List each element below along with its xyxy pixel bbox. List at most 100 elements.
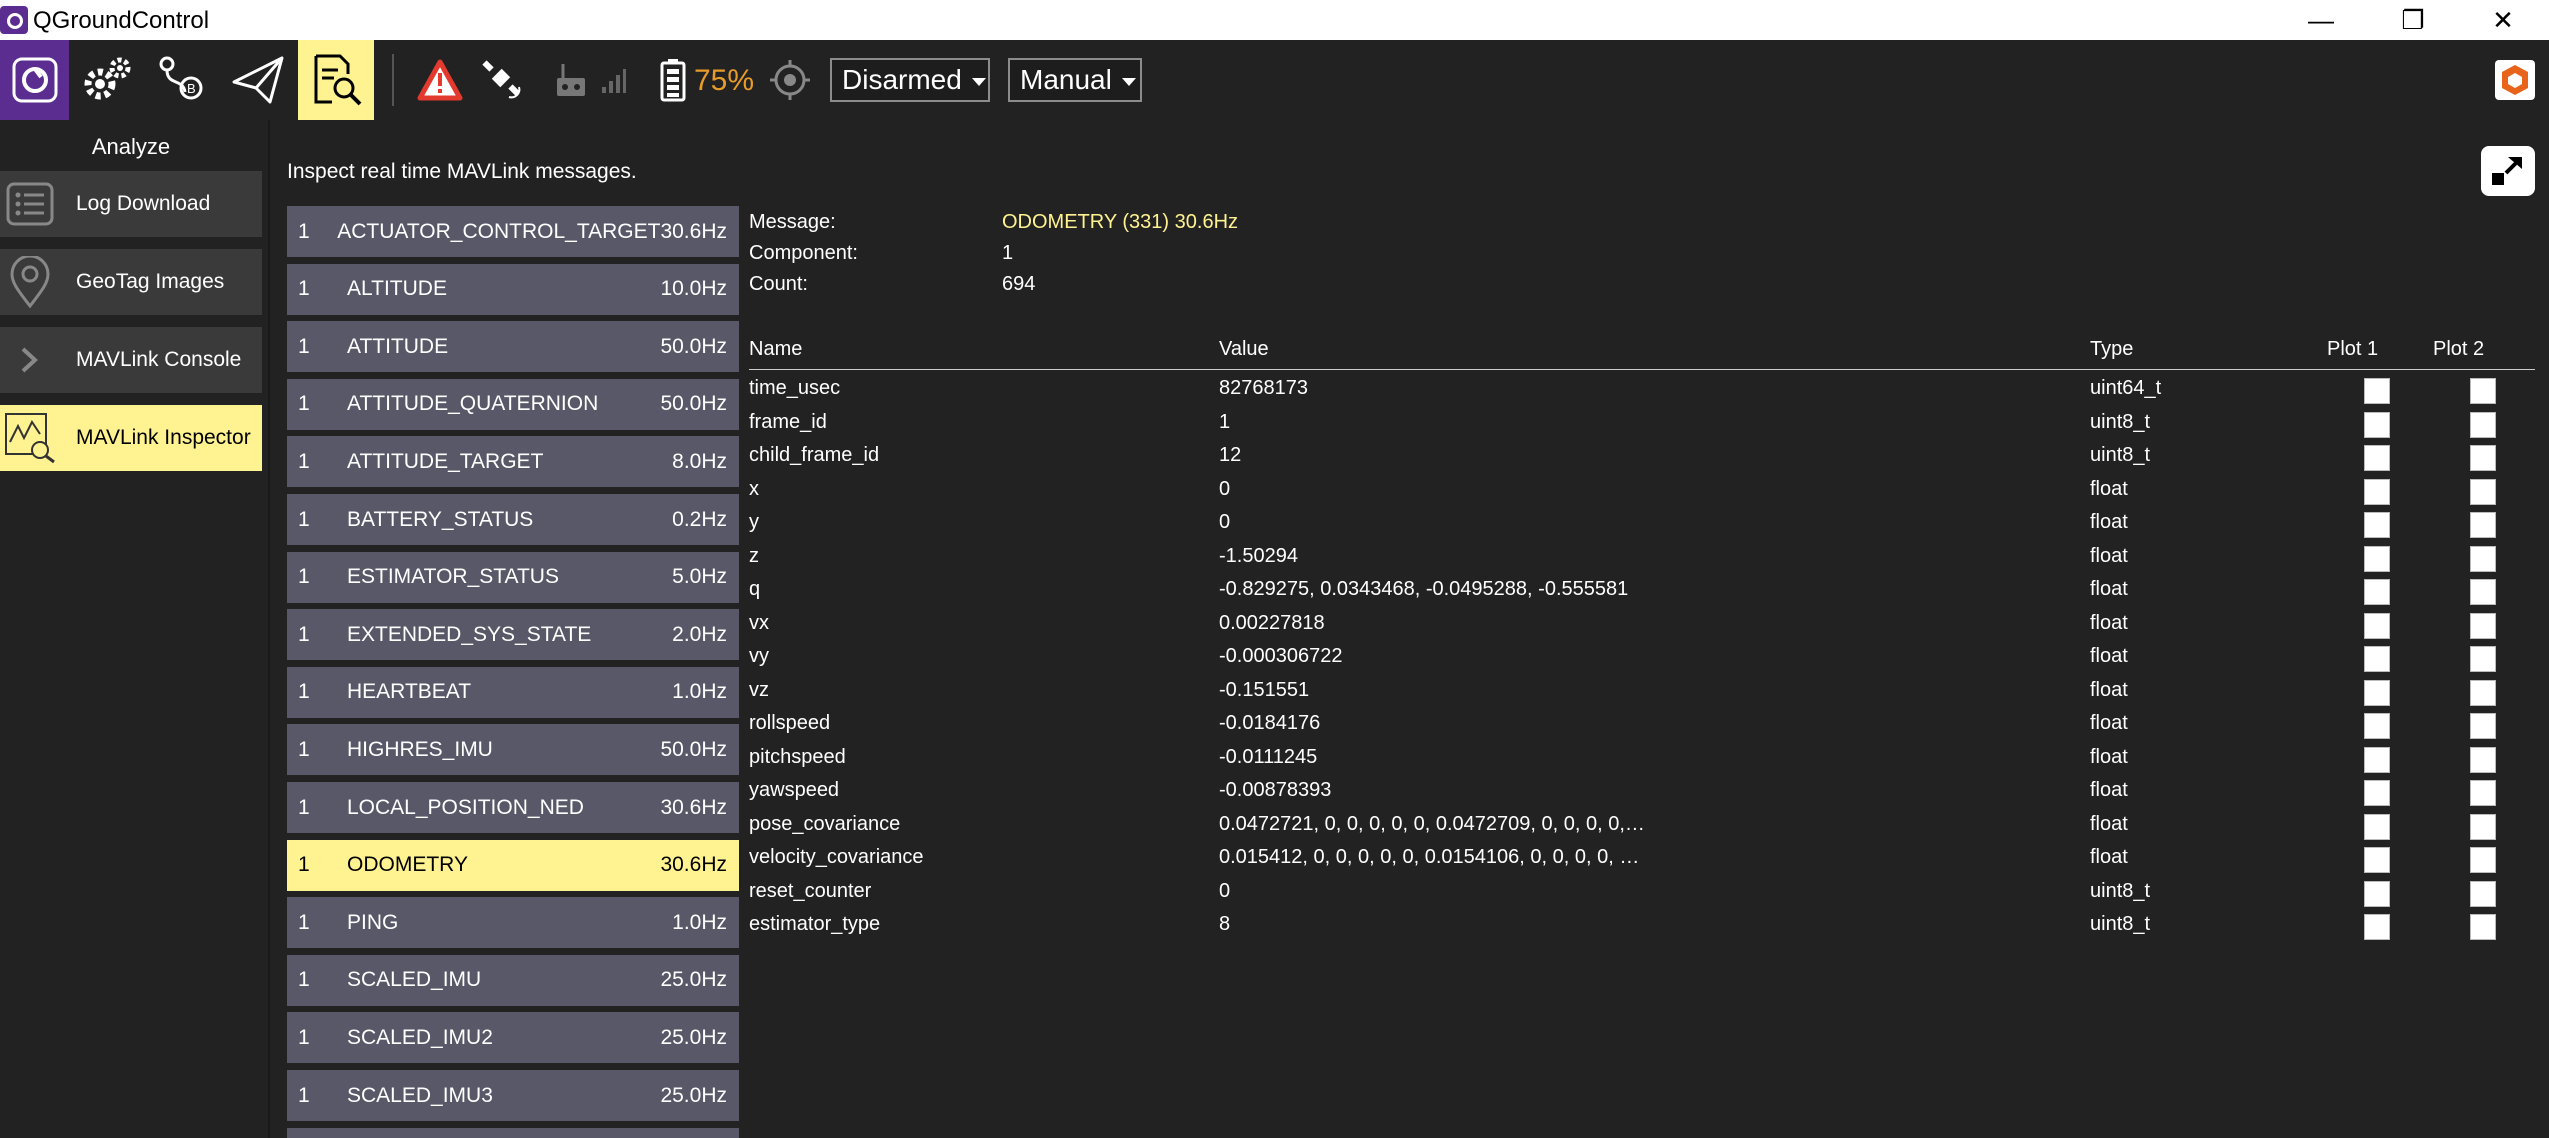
maximize-button[interactable]: ❐ xyxy=(2367,0,2459,40)
toolbar-separator xyxy=(392,54,394,106)
plot1-checkbox[interactable] xyxy=(2364,445,2390,471)
message-list-item[interactable]: 1 ATTITUDE_QUATERNION 50.0Hz xyxy=(287,378,739,430)
field-row: x 0 float xyxy=(749,475,2535,508)
plot2-checkbox[interactable] xyxy=(2470,746,2496,773)
message-rate: 2.0Hz xyxy=(672,622,727,646)
plot1-checkbox[interactable] xyxy=(2364,780,2390,806)
message-list-item[interactable]: 1 SCALED_IMU3 25.0Hz xyxy=(287,1070,739,1121)
message-name: SCALED_IMU xyxy=(347,968,482,992)
arm-state-dropdown[interactable]: Disarmed xyxy=(830,58,990,102)
battery-indicator[interactable] xyxy=(654,40,692,120)
plot2-checkbox[interactable] xyxy=(2470,646,2496,672)
message-list-item[interactable]: 1 HEARTBEAT 1.0Hz xyxy=(287,666,739,718)
plot2-checkbox[interactable] xyxy=(2470,813,2496,840)
window-title: QGroundControl xyxy=(33,7,210,34)
message-system-id: 1 xyxy=(298,910,310,934)
sidebar-item-geotag-images[interactable]: GeoTag Images xyxy=(0,249,262,315)
message-list-item[interactable] xyxy=(287,1127,739,1138)
message-list-item[interactable]: 1 ATTITUDE 50.0Hz xyxy=(287,321,739,373)
plot1-checkbox[interactable] xyxy=(2364,411,2390,438)
sidebar-item-mavlink-inspector[interactable]: MAVLink Inspector xyxy=(0,405,262,471)
plot2-checkbox[interactable] xyxy=(2470,679,2496,706)
plot2-checkbox[interactable] xyxy=(2470,579,2496,605)
message-rate: 50.0Hz xyxy=(660,392,727,416)
rc-rssi-indicator[interactable] xyxy=(550,40,592,120)
plot1-checkbox[interactable] xyxy=(2364,646,2390,672)
plot2-checkbox[interactable] xyxy=(2470,847,2496,873)
message-list-item[interactable]: 1 SCALED_IMU2 25.0Hz xyxy=(287,1012,739,1064)
plot2-checkbox[interactable] xyxy=(2470,713,2496,739)
gimbal-indicator[interactable] xyxy=(764,40,816,120)
message-list-item[interactable]: 1 BATTERY_STATUS 0.2Hz xyxy=(287,494,739,545)
message-name: ATTITUDE_TARGET xyxy=(347,449,544,473)
plot1-checkbox[interactable] xyxy=(2364,579,2390,605)
plan-button[interactable]: B xyxy=(150,40,215,120)
plot2-checkbox[interactable] xyxy=(2470,378,2496,404)
message-list-item[interactable]: 1 ESTIMATOR_STATUS 5.0Hz xyxy=(287,551,739,603)
plot2-checkbox[interactable] xyxy=(2470,880,2496,907)
gps-indicator[interactable] xyxy=(474,40,530,120)
sidebar-item-log-download[interactable]: Log Download xyxy=(0,171,262,237)
column-header-plot1: Plot 1 xyxy=(2327,338,2379,360)
message-list-item[interactable]: 1 HIGHRES_IMU 50.0Hz xyxy=(287,724,739,776)
message-detail-panel: Message: ODOMETRY (331) 30.6Hz Component… xyxy=(749,206,2535,1006)
message-rate: 0.2Hz xyxy=(672,507,727,531)
field-name: vz xyxy=(749,678,769,701)
message-list-item[interactable]: 1 ACTUATOR_CONTROL_TARGET 30.6Hz xyxy=(287,206,739,257)
vehicle-setup-button[interactable] xyxy=(75,40,140,120)
component-value: 1 xyxy=(1002,242,1014,264)
plot2-checkbox[interactable] xyxy=(2470,612,2496,639)
plot1-checkbox[interactable] xyxy=(2364,612,2390,639)
plot1-checkbox[interactable] xyxy=(2364,512,2390,538)
messages-indicator[interactable] xyxy=(412,40,468,120)
plot1-checkbox[interactable] xyxy=(2364,545,2390,572)
fly-button[interactable] xyxy=(225,40,290,120)
battery-percent: 75% xyxy=(694,64,755,97)
message-list-item[interactable]: 1 EXTENDED_SYS_STATE 2.0Hz xyxy=(287,609,739,661)
field-value: -0.0111245 xyxy=(1219,745,1318,768)
page-description: Inspect real time MAVLink messages. xyxy=(287,160,637,183)
field-name: vx xyxy=(749,611,769,634)
analyze-button[interactable] xyxy=(298,40,374,120)
message-list-item[interactable]: 1 ALTITUDE 10.0Hz xyxy=(287,263,739,315)
minimize-button[interactable]: — xyxy=(2275,0,2367,40)
battery-icon xyxy=(660,59,686,102)
plot2-checkbox[interactable] xyxy=(2470,914,2496,940)
plot1-checkbox[interactable] xyxy=(2364,847,2390,873)
flight-mode-dropdown[interactable]: Manual xyxy=(1008,58,1142,102)
field-row: rollspeed -0.0184176 float xyxy=(749,709,2535,742)
qgc-logo-button[interactable] xyxy=(0,40,69,120)
message-list-item[interactable]: 1 SCALED_IMU 25.0Hz xyxy=(287,954,739,1006)
fly-icon xyxy=(232,56,283,104)
field-type: float xyxy=(2090,846,2128,868)
plot2-checkbox[interactable] xyxy=(2470,445,2496,471)
field-value: -0.151551 xyxy=(1219,678,1310,701)
message-list-item-selected[interactable]: 1 ODOMETRY 30.6Hz xyxy=(287,839,739,891)
message-list-item[interactable]: 1 ATTITUDE_TARGET 8.0Hz xyxy=(287,436,739,488)
field-row: frame_id 1 uint8_t xyxy=(749,408,2535,441)
popout-button[interactable] xyxy=(2481,146,2535,196)
plot1-checkbox[interactable] xyxy=(2364,679,2390,706)
message-list-item[interactable]: 1 LOCAL_POSITION_NED 30.6Hz xyxy=(287,782,739,833)
message-rate: 5.0Hz xyxy=(672,565,727,589)
message-list-item[interactable]: 1 PING 1.0Hz xyxy=(287,897,739,949)
field-row: vy -0.000306722 float xyxy=(749,642,2535,675)
plot1-checkbox[interactable] xyxy=(2364,813,2390,840)
plot1-checkbox[interactable] xyxy=(2364,746,2390,773)
plot1-checkbox[interactable] xyxy=(2364,880,2390,907)
plot2-checkbox[interactable] xyxy=(2470,545,2496,572)
plot1-checkbox[interactable] xyxy=(2364,478,2390,505)
chevron-down-icon xyxy=(1121,78,1136,86)
plot1-checkbox[interactable] xyxy=(2364,713,2390,739)
plot2-checkbox[interactable] xyxy=(2470,780,2496,806)
sidebar-item-mavlink-console[interactable]: MAVLink Console xyxy=(0,327,262,393)
inspector-chart-icon xyxy=(5,413,55,464)
plot1-checkbox[interactable] xyxy=(2364,914,2390,940)
plan-icon: B xyxy=(159,56,202,100)
plot2-checkbox[interactable] xyxy=(2470,478,2496,505)
plot2-checkbox[interactable] xyxy=(2470,512,2496,538)
plot1-checkbox[interactable] xyxy=(2364,378,2390,404)
close-button[interactable]: ✕ xyxy=(2457,0,2549,40)
plot2-checkbox[interactable] xyxy=(2470,411,2496,438)
field-name: rollspeed xyxy=(749,712,831,734)
